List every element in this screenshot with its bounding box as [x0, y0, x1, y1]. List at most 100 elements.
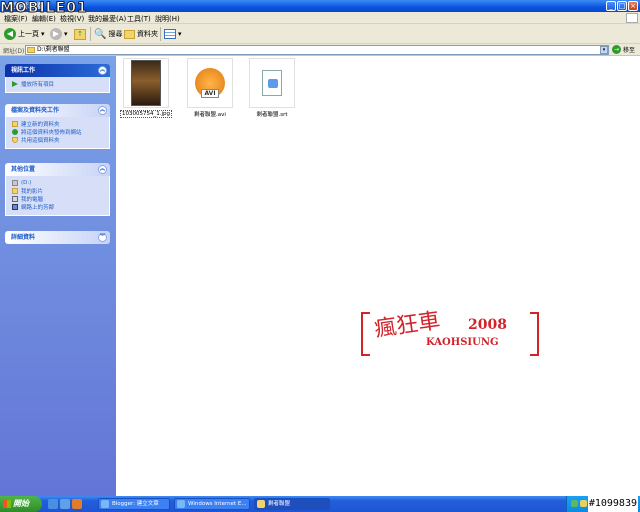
file-name: 剩者聯盟.srt — [256, 112, 288, 118]
menu-favorites[interactable]: 我的最愛(A) — [88, 14, 126, 24]
new-folder-icon — [12, 121, 18, 127]
share-folder-label: 共用這個資料夾 — [21, 138, 60, 144]
file-item-srt[interactable]: 剩者聯盟.srt — [242, 58, 302, 118]
quick-launch-ie-icon[interactable] — [48, 499, 58, 509]
video-tasks-panel: 視訊工作 ︽ 播放所有項目 — [5, 64, 110, 93]
avi-file-icon: AVI — [187, 58, 233, 108]
my-videos-label: 我的影片 — [21, 189, 44, 195]
expand-chevron-icon[interactable]: ︾ — [98, 233, 107, 242]
globe-icon — [12, 129, 18, 135]
taskbar-item-label: Windows Internet E... — [188, 501, 247, 507]
tray-network-icon[interactable] — [571, 500, 578, 507]
file-name: 剩者聯盟.avi — [194, 112, 226, 118]
address-bar: 網址(D) D:\剩者聯盟 ▾ → 移至 — [0, 44, 640, 56]
quick-launch-desktop-icon[interactable] — [60, 499, 70, 509]
new-folder-label: 建立新的資料夾 — [21, 122, 60, 128]
menu-bar: 檔案(F) 編輯(E) 檢視(V) 我的最愛(A) 工具(T) 說明(H) — [0, 12, 640, 24]
drive-d-label: (D:) — [21, 180, 32, 186]
video-tasks-header[interactable]: 視訊工作 ︽ — [5, 64, 110, 77]
watermark-logo: 瘋狂車 2008 KAOHSIUNG — [360, 305, 550, 365]
computer-icon — [12, 196, 18, 202]
collapse-chevron-icon[interactable]: ︽ — [98, 106, 107, 115]
publish-folder-label: 將這個資料夾發佈到網站 — [21, 130, 82, 136]
other-places-header[interactable]: 其他位置 ︽ — [5, 163, 110, 176]
minimize-button[interactable]: _ — [606, 1, 616, 11]
image-thumbnail — [123, 58, 169, 108]
menu-help[interactable]: 說明(H) — [155, 14, 180, 24]
address-input[interactable]: D:\剩者聯盟 — [25, 45, 609, 55]
windows-logo-icon — [626, 13, 638, 23]
drive-d-link[interactable]: (D:) — [12, 179, 105, 187]
drive-icon — [12, 180, 18, 186]
site-logo: MOBILE01 — [0, 0, 88, 17]
search-label: 搜尋 — [108, 30, 123, 38]
file-tasks-body: 建立新的資料夾 將這個資料夾發佈到網站 共用這個資料夾 — [5, 117, 110, 149]
windows-flag-icon — [3, 500, 11, 508]
forward-button[interactable]: ▶ ▾ — [50, 27, 68, 41]
collapse-chevron-icon[interactable]: ︽ — [98, 165, 107, 174]
ie-icon — [177, 500, 185, 508]
dropdown-arrow-icon: ▾ — [178, 30, 182, 38]
folders-button[interactable]: 資料夾 — [124, 27, 158, 41]
collapse-chevron-icon[interactable]: ︽ — [98, 66, 107, 75]
go-label: 移至 — [623, 47, 636, 54]
my-videos-link[interactable]: 我的影片 — [12, 187, 105, 195]
views-icon — [164, 29, 176, 39]
watermark-year: 2008 — [468, 317, 507, 333]
video-tasks-title: 視訊工作 — [11, 67, 36, 74]
task-pane: 視訊工作 ︽ 播放所有項目 檔案及資料夾工作 ︽ 建立新的資料夾 將這個資料夾發… — [0, 56, 116, 496]
other-places-title: 其他位置 — [11, 166, 36, 173]
play-all-link[interactable]: 播放所有項目 — [12, 80, 105, 88]
folder-icon — [257, 500, 265, 508]
address-path: D:\剩者聯盟 — [37, 46, 70, 53]
toolbar-separator — [90, 27, 91, 41]
folder-icon — [27, 47, 35, 53]
start-label: 開始 — [13, 499, 29, 508]
back-arrow-icon: ◀ — [4, 28, 16, 40]
menu-tools[interactable]: 工具(T) — [127, 14, 151, 24]
quick-launch-media-icon[interactable] — [72, 499, 82, 509]
my-computer-link[interactable]: 我的電腦 — [12, 195, 105, 203]
file-item-jpg[interactable]: 103005754_1.jpg — [116, 58, 176, 118]
file-list-view: 103005754_1.jpg AVI 剩者聯盟.avi 剩者聯盟.srt — [116, 56, 640, 496]
views-button[interactable]: ▾ — [164, 27, 182, 41]
back-button[interactable]: ◀ 上一頁 ▾ — [4, 27, 45, 41]
toolbar-separator — [160, 27, 161, 41]
other-places-panel: 其他位置 ︽ (D:) 我的影片 我的電腦 網路上的芳鄰 — [5, 163, 110, 216]
search-button[interactable]: 🔍 搜尋 — [94, 27, 122, 41]
file-tasks-panel: 檔案及資料夾工作 ︽ 建立新的資料夾 將這個資料夾發佈到網站 共用這個資料夾 — [5, 104, 110, 149]
video-folder-icon — [12, 188, 18, 194]
share-folder-link[interactable]: 共用這個資料夾 — [12, 136, 105, 144]
file-tasks-header[interactable]: 檔案及資料夾工作 ︽ — [5, 104, 110, 117]
search-icon: 🔍 — [94, 28, 107, 40]
address-label: 網址(D) — [3, 48, 25, 55]
taskbar-item-folder[interactable]: 剩者聯盟 — [254, 498, 330, 510]
folders-label: 資料夾 — [137, 30, 158, 38]
address-dropdown-button[interactable]: ▾ — [600, 46, 608, 54]
file-item-avi[interactable]: AVI 剩者聯盟.avi — [180, 58, 240, 118]
movie-poster-thumbnail — [131, 60, 161, 106]
taskbar-item-ie[interactable]: Windows Internet E... — [174, 498, 250, 510]
watermark-city: KAOHSIUNG — [426, 337, 499, 348]
go-button[interactable]: → 移至 — [612, 45, 635, 54]
close-button[interactable]: × — [628, 1, 638, 11]
title-bar: 剩者聯盟 _ □ × — [0, 0, 640, 12]
taskbar-item-blogger[interactable]: Blogger: 建立文章 — [98, 498, 170, 510]
tray-volume-icon[interactable] — [580, 500, 587, 507]
share-folder-icon — [12, 137, 18, 143]
toolbar: ◀ 上一頁 ▾ ▶ ▾ ↑ 🔍 搜尋 資料夾 ▾ — [0, 24, 640, 44]
file-name: 103005754_1.jpg — [119, 110, 172, 118]
up-folder-button[interactable]: ↑ — [74, 27, 86, 41]
maximize-button[interactable]: □ — [617, 1, 627, 11]
details-title: 詳細資料 — [11, 234, 36, 241]
details-header[interactable]: 詳細資料 ︾ — [5, 231, 110, 244]
my-computer-label: 我的電腦 — [21, 197, 44, 203]
network-icon — [12, 204, 18, 210]
dropdown-arrow-icon: ▾ — [41, 30, 45, 38]
start-button[interactable]: 開始 — [0, 496, 42, 512]
network-places-link[interactable]: 網路上的芳鄰 — [12, 203, 105, 211]
file-tasks-title: 檔案及資料夾工作 — [11, 107, 60, 114]
publish-folder-link[interactable]: 將這個資料夾發佈到網站 — [12, 128, 105, 136]
new-folder-link[interactable]: 建立新的資料夾 — [12, 120, 105, 128]
other-places-body: (D:) 我的影片 我的電腦 網路上的芳鄰 — [5, 176, 110, 216]
